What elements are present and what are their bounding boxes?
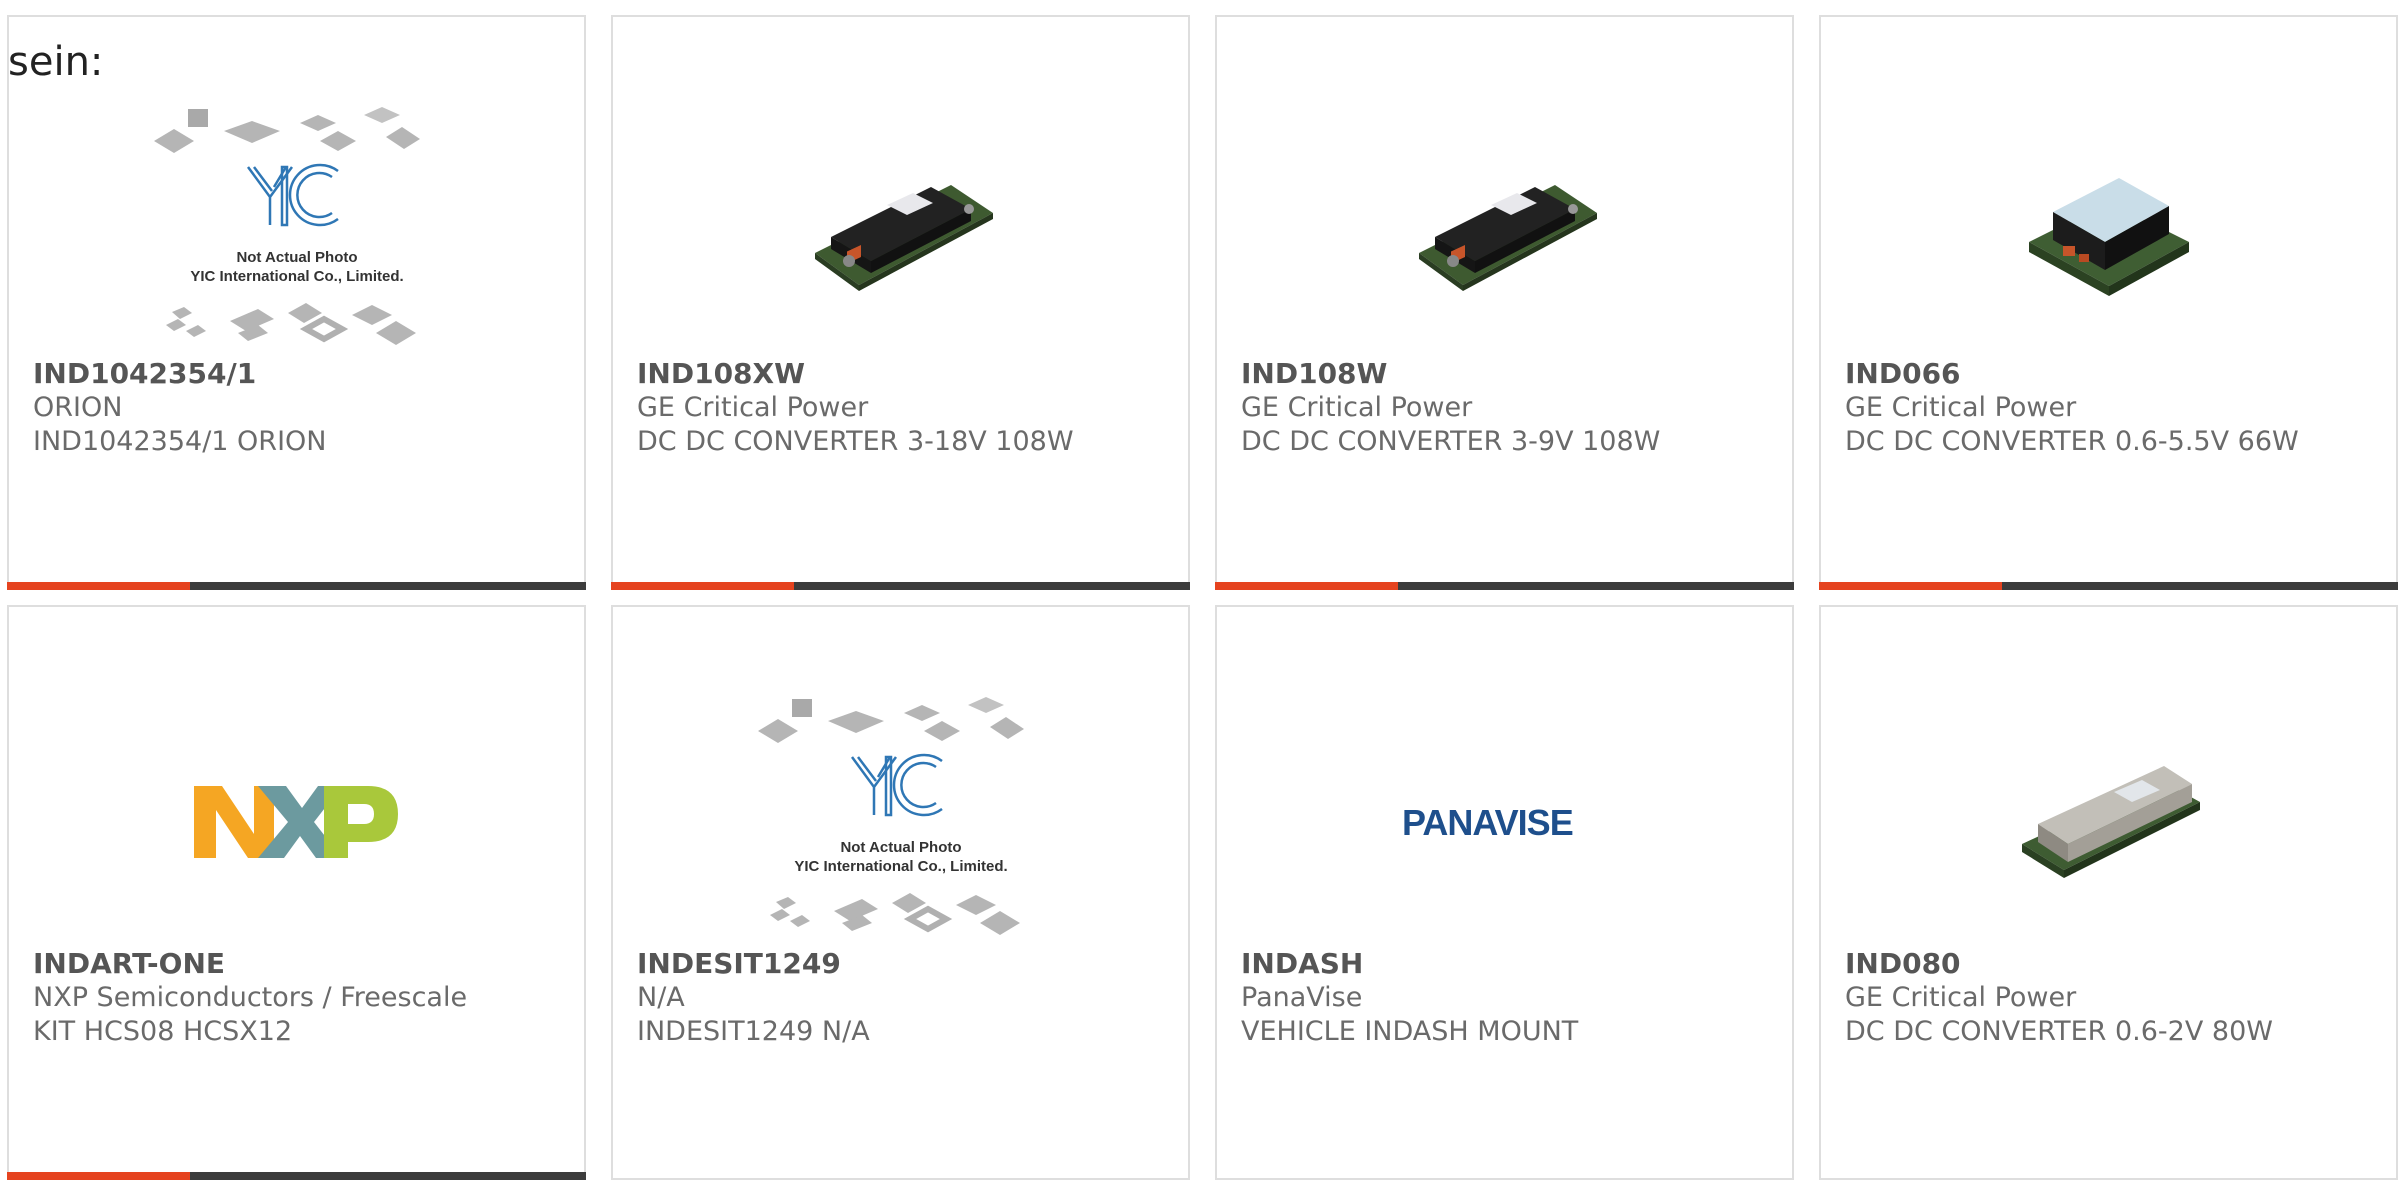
product-card[interactable]: IND108W GE Critical Power DC DC CONVERTE… [1215,15,1794,590]
placeholder-caption-line2: YIC International Co., Limited. [190,268,403,285]
product-card[interactable]: Not Actual Photo YIC International Co., … [611,605,1190,1180]
nxp-logo-icon [193,786,398,858]
product-manufacturer: GE Critical Power [637,392,869,423]
product-manufacturer: GE Critical Power [1241,392,1473,423]
product-image[interactable]: Not Actual Photo YIC International Co., … [613,687,1188,957]
product-part-number[interactable]: IND080 [1845,947,2376,981]
product-description: KIT HCS08 HCSX12 [33,1016,293,1047]
card-accent-bar [611,582,794,590]
product-card[interactable]: IND080 GE Critical Power DC DC CONVERTER… [1819,605,2398,1180]
product-manufacturer: GE Critical Power [1845,982,2077,1013]
panavise-logo-icon: PANAVISE [1402,802,1574,843]
product-manufacturer: NXP Semiconductors / Freescale [33,982,468,1013]
card-bottom-bar [7,1172,586,1180]
product-manufacturer: N/A [637,982,685,1013]
product-grid: Not Actual Photo YIC International Co., … [7,15,2398,1180]
product-part-number[interactable]: INDESIT1249 [637,947,1168,981]
placeholder-caption-line1: Not Actual Photo [840,839,961,856]
placeholder-caption-line2: YIC International Co., Limited. [794,858,1007,875]
product-part-number[interactable]: IND066 [1845,357,2376,391]
card-bottom-bar [1819,582,2398,590]
svg-text:PANAVISE: PANAVISE [1402,802,1573,843]
product-description: DC DC CONVERTER 0.6-5.5V 66W [1845,426,2299,457]
product-part-number[interactable]: INDART-ONE [33,947,564,981]
dc-converter-module-icon [1418,185,1597,291]
product-part-number[interactable]: IND108XW [637,357,1168,391]
product-description: VEHICLE INDASH MOUNT [1241,1016,1579,1047]
product-image[interactable] [1217,97,1792,367]
product-description: INDESIT1249 N/A [637,1016,870,1047]
product-description: DC DC CONVERTER 0.6-2V 80W [1845,1016,2273,1047]
product-image[interactable]: Not Actual Photo YIC International Co., … [9,97,584,367]
card-accent-bar [7,1172,190,1180]
product-card[interactable]: PANAVISE INDASH PanaVise VEHICLE INDASH … [1215,605,1794,1180]
placeholder-caption-line1: Not Actual Photo [236,249,357,266]
product-part-number[interactable]: INDASH [1241,947,1772,981]
intro-text: sein: [8,39,104,85]
dc-converter-module-icon [2028,178,2189,296]
card-bottom-bar [1215,582,1794,590]
product-manufacturer: PanaVise [1241,982,1363,1013]
card-accent-bar [1215,582,1398,590]
dc-converter-module-icon [814,185,993,291]
product-card[interactable]: Not Actual Photo YIC International Co., … [7,15,586,590]
card-accent-bar [1819,582,2002,590]
product-description: IND1042354/1 ORION [33,426,327,457]
product-manufacturer: ORION [33,392,123,423]
dc-converter-module-icon [2021,766,2200,878]
product-image[interactable] [9,687,584,957]
product-manufacturer: GE Critical Power [1845,392,2077,423]
product-image[interactable] [1821,687,2396,957]
product-image[interactable]: PANAVISE [1217,687,1792,957]
card-accent-bar [7,582,190,590]
product-card[interactable]: IND066 GE Critical Power DC DC CONVERTER… [1819,15,2398,590]
product-description: DC DC CONVERTER 3-18V 108W [637,426,1074,457]
placeholder-image-icon: Not Actual Photo YIC International Co., … [153,107,420,345]
card-bottom-bar [611,582,1190,590]
product-part-number[interactable]: IND1042354/1 [33,357,564,391]
product-card[interactable]: INDART-ONE NXP Semiconductors / Freescal… [7,605,586,1180]
product-part-number[interactable]: IND108W [1241,357,1772,391]
product-image[interactable] [613,97,1188,367]
card-bottom-bar [7,582,586,590]
product-card[interactable]: IND108XW GE Critical Power DC DC CONVERT… [611,15,1190,590]
product-image[interactable] [1821,97,2396,367]
placeholder-image-icon: Not Actual Photo YIC International Co., … [757,697,1024,935]
product-description: DC DC CONVERTER 3-9V 108W [1241,426,1661,457]
